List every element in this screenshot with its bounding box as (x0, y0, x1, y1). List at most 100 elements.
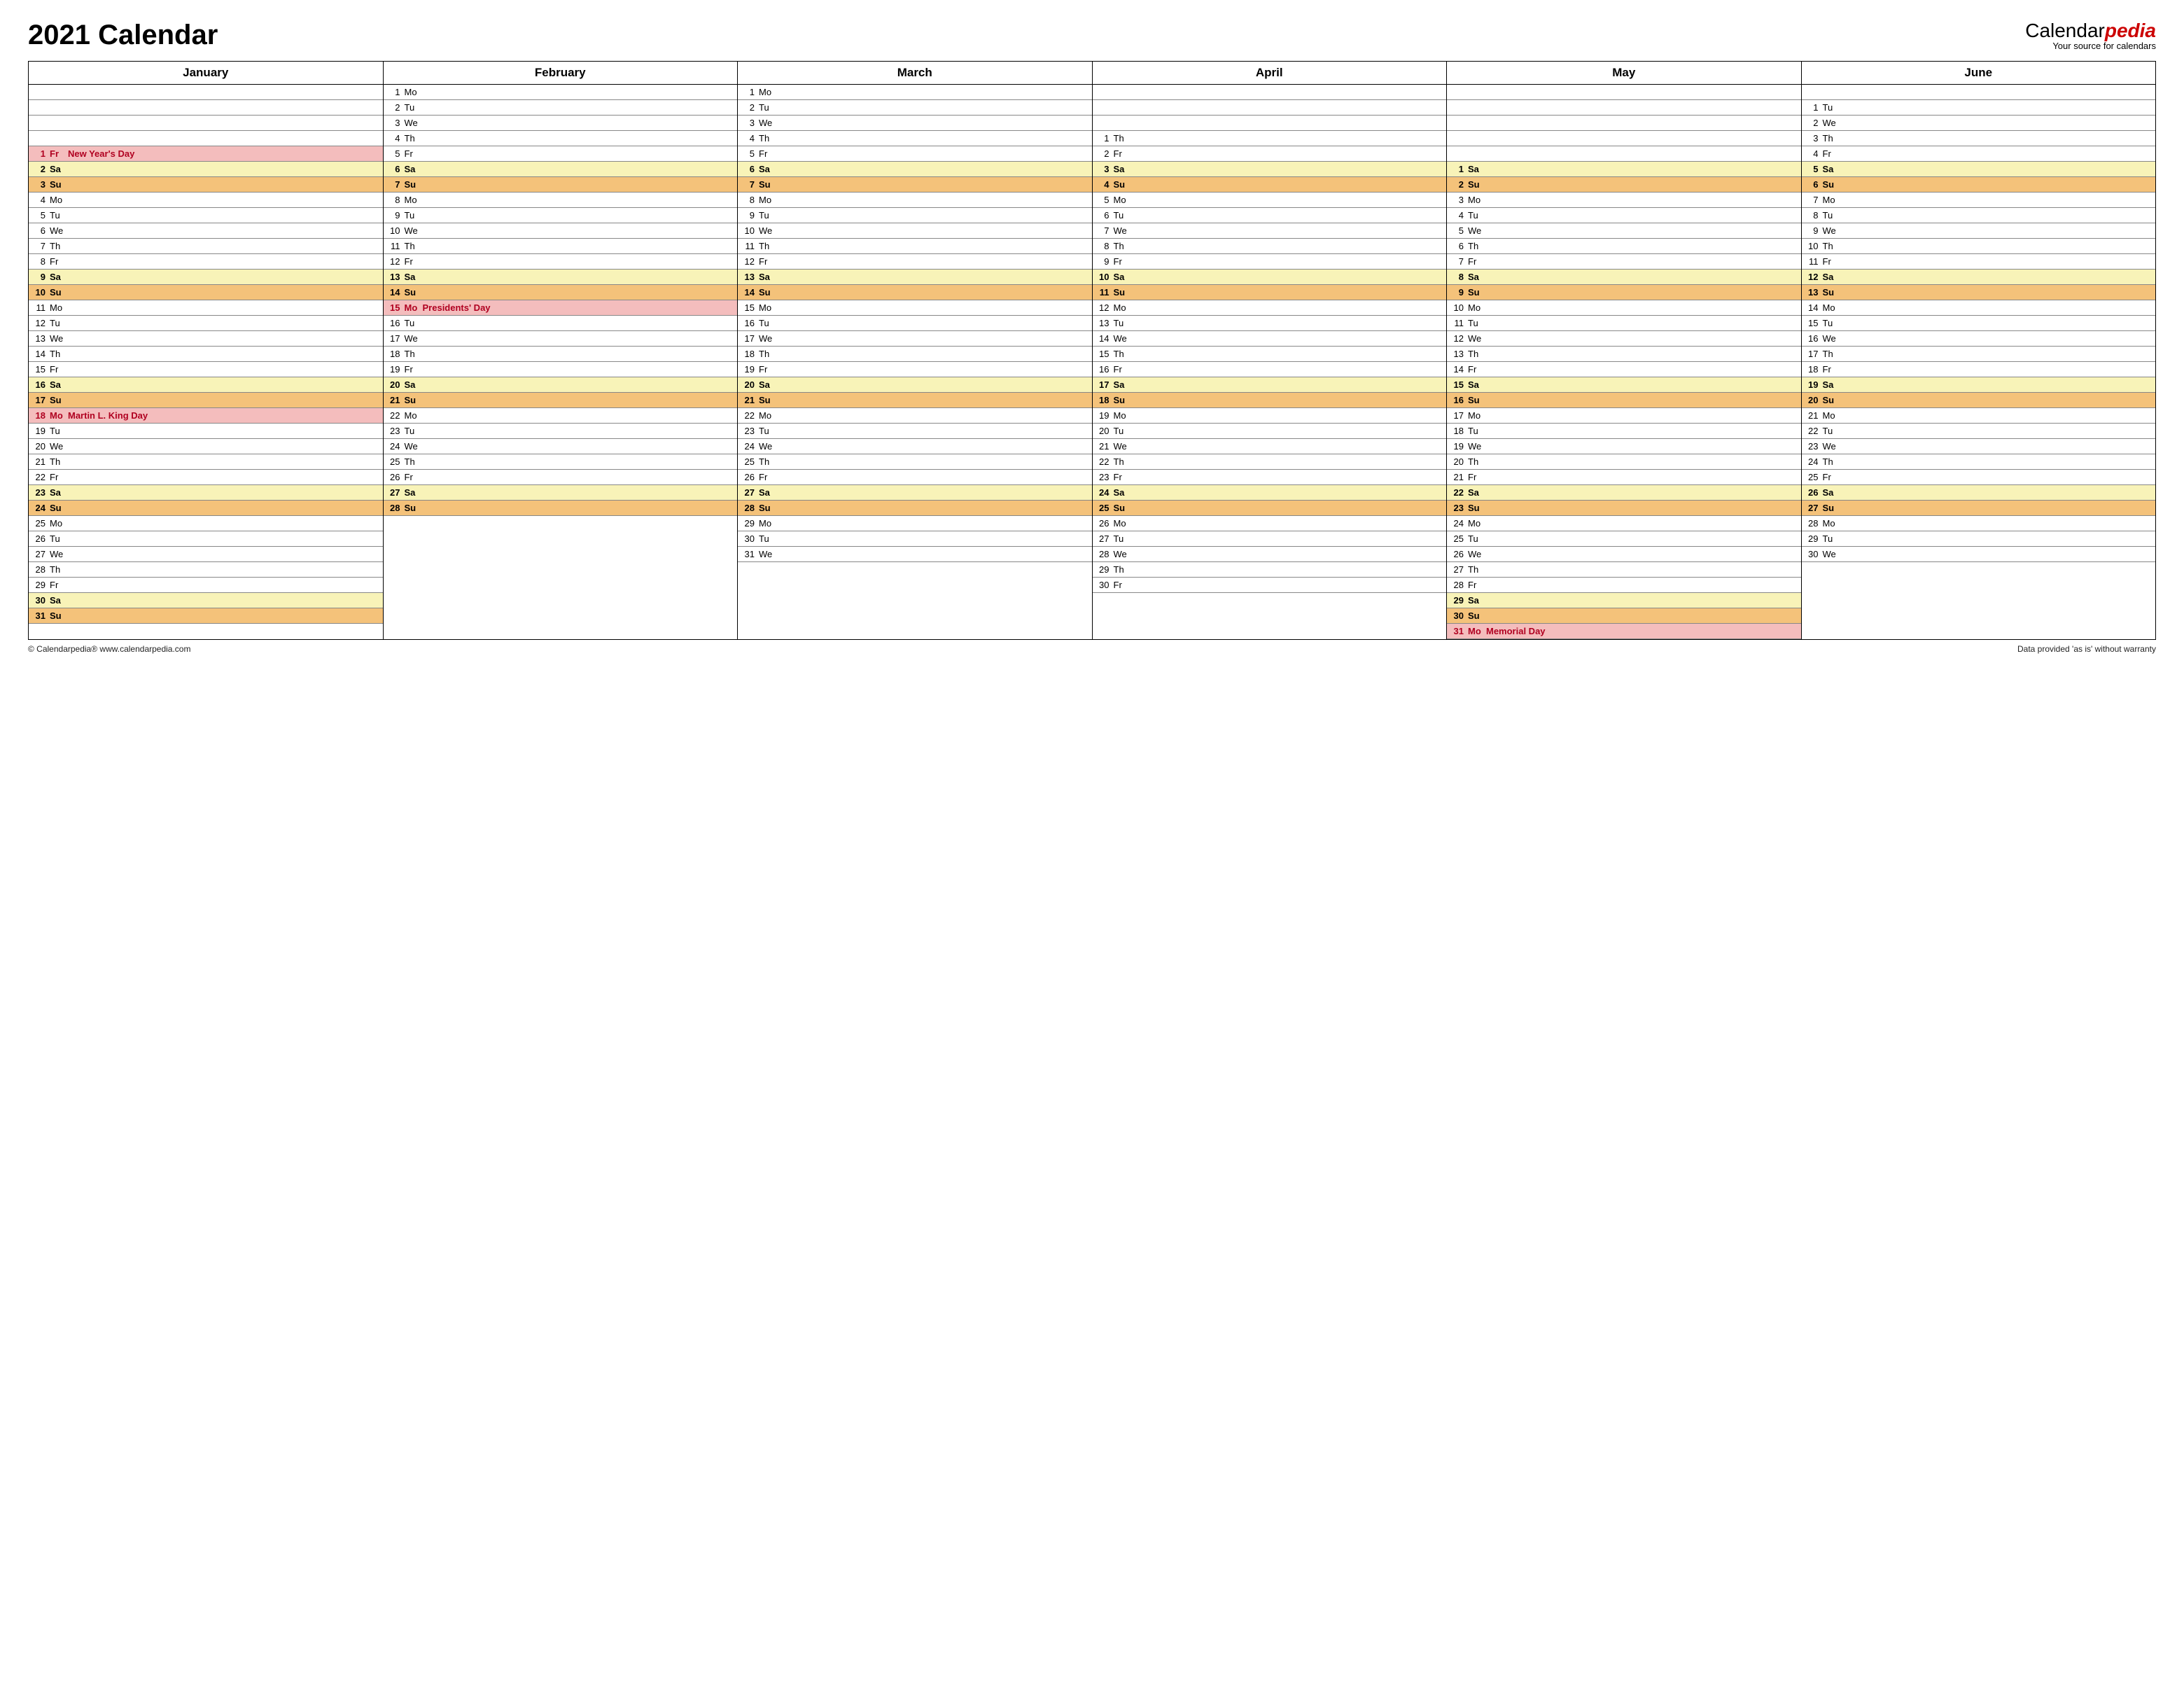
day-number: 21 (1097, 441, 1110, 452)
day-weekday: Tu (405, 318, 423, 328)
day-cell: 4Mo (29, 193, 383, 208)
day-cell: 29Fr (29, 578, 383, 593)
day-number: 12 (1097, 302, 1110, 313)
day-weekday: Su (759, 287, 777, 298)
day-number: 22 (33, 472, 46, 482)
day-weekday: Sa (759, 272, 777, 282)
day-weekday: Su (1114, 179, 1132, 190)
day-weekday: Sa (1823, 487, 1841, 498)
day-weekday: Fr (1468, 580, 1486, 590)
day-cell: 2Tu (738, 100, 1092, 116)
empty-cell (1447, 100, 1801, 116)
day-number: 18 (1451, 426, 1464, 436)
day-weekday: Fr (405, 364, 423, 375)
day-number: 22 (388, 410, 400, 421)
day-number: 29 (1806, 533, 1819, 544)
day-number: 16 (33, 379, 46, 390)
day-weekday: Sa (1823, 379, 1841, 390)
day-cell: 27Sa (384, 485, 738, 501)
day-cell: 5Tu (29, 208, 383, 223)
day-cell: 30Sa (29, 593, 383, 608)
day-number: 31 (1451, 626, 1464, 636)
day-number: 12 (388, 256, 400, 267)
day-number: 19 (742, 364, 755, 375)
day-number: 15 (1451, 379, 1464, 390)
empty-cell (384, 547, 738, 562)
day-weekday: Mo (759, 518, 777, 529)
month-column: 1FrNew Year's Day2Sa3Su4Mo5Tu6We7Th8Fr9S… (29, 85, 384, 639)
day-cell: 31We (738, 547, 1092, 562)
brand-part-b: pedia (2105, 20, 2156, 41)
day-number: 28 (742, 503, 755, 513)
day-number: 4 (388, 133, 400, 144)
day-number: 14 (1806, 302, 1819, 313)
day-number: 5 (742, 148, 755, 159)
day-cell: 27We (29, 547, 383, 562)
day-weekday: Mo (759, 195, 777, 205)
day-number: 22 (1097, 456, 1110, 467)
day-number: 4 (1097, 179, 1110, 190)
day-weekday: Mo (1114, 518, 1132, 529)
day-cell: 2Su (1447, 177, 1801, 193)
day-number: 3 (388, 118, 400, 128)
day-cell: 4Th (738, 131, 1092, 146)
brand-logo: Calendarpedia Your source for calendars (2025, 20, 2156, 51)
day-weekday: We (1823, 441, 1841, 452)
day-weekday: We (759, 225, 777, 236)
day-cell: 20Su (1802, 393, 2156, 408)
day-weekday: Su (50, 395, 68, 405)
day-cell: 20Tu (1093, 424, 1447, 439)
day-number: 21 (1806, 410, 1819, 421)
day-weekday: Fr (1114, 472, 1132, 482)
day-weekday: Mo (1823, 195, 1841, 205)
day-weekday: Su (759, 395, 777, 405)
day-number: 9 (742, 210, 755, 221)
day-cell: 15Fr (29, 362, 383, 377)
day-weekday: Sa (1468, 595, 1486, 606)
day-cell: 28We (1093, 547, 1447, 562)
day-number: 13 (1451, 349, 1464, 359)
day-number: 7 (1451, 256, 1464, 267)
day-number: 17 (742, 333, 755, 344)
day-cell: 13We (29, 331, 383, 347)
day-cell: 19Tu (29, 424, 383, 439)
day-weekday: Fr (1468, 256, 1486, 267)
day-cell: 6We (29, 223, 383, 239)
day-weekday: Su (1114, 395, 1132, 405)
day-number: 2 (1097, 148, 1110, 159)
day-number: 30 (1451, 610, 1464, 621)
day-weekday: Th (405, 133, 423, 144)
day-weekday: Sa (1823, 272, 1841, 282)
day-weekday: Su (405, 179, 423, 190)
month-column: 1Mo2Tu3We4Th5Fr6Sa7Su8Mo9Tu10We11Th12Fr1… (384, 85, 738, 639)
day-weekday: Tu (1468, 426, 1486, 436)
day-cell: 11Fr (1802, 254, 2156, 270)
day-number: 11 (388, 241, 400, 251)
day-number: 12 (1451, 333, 1464, 344)
day-number: 14 (1451, 364, 1464, 375)
day-weekday: Th (50, 456, 68, 467)
day-cell: 20We (29, 439, 383, 454)
day-cell: 29Sa (1447, 593, 1801, 608)
day-cell: 16Tu (384, 316, 738, 331)
day-weekday: Tu (1114, 533, 1132, 544)
day-cell: 25Th (384, 454, 738, 470)
day-number: 29 (33, 580, 46, 590)
day-number: 9 (1097, 256, 1110, 267)
day-number: 10 (33, 287, 46, 298)
empty-cell (29, 131, 383, 146)
day-cell: 20Sa (384, 377, 738, 393)
day-cell: 13Sa (384, 270, 738, 285)
day-weekday: Th (1468, 349, 1486, 359)
day-cell: 15Tu (1802, 316, 2156, 331)
day-weekday: Mo (1823, 302, 1841, 313)
day-weekday: Sa (1823, 164, 1841, 174)
day-number: 10 (1097, 272, 1110, 282)
day-cell: 2Sa (29, 162, 383, 177)
day-number: 6 (1451, 241, 1464, 251)
day-cell: 28Th (29, 562, 383, 578)
day-cell: 17Mo (1447, 408, 1801, 424)
day-cell: 17We (738, 331, 1092, 347)
day-weekday: Th (1114, 564, 1132, 575)
day-weekday: Su (405, 395, 423, 405)
